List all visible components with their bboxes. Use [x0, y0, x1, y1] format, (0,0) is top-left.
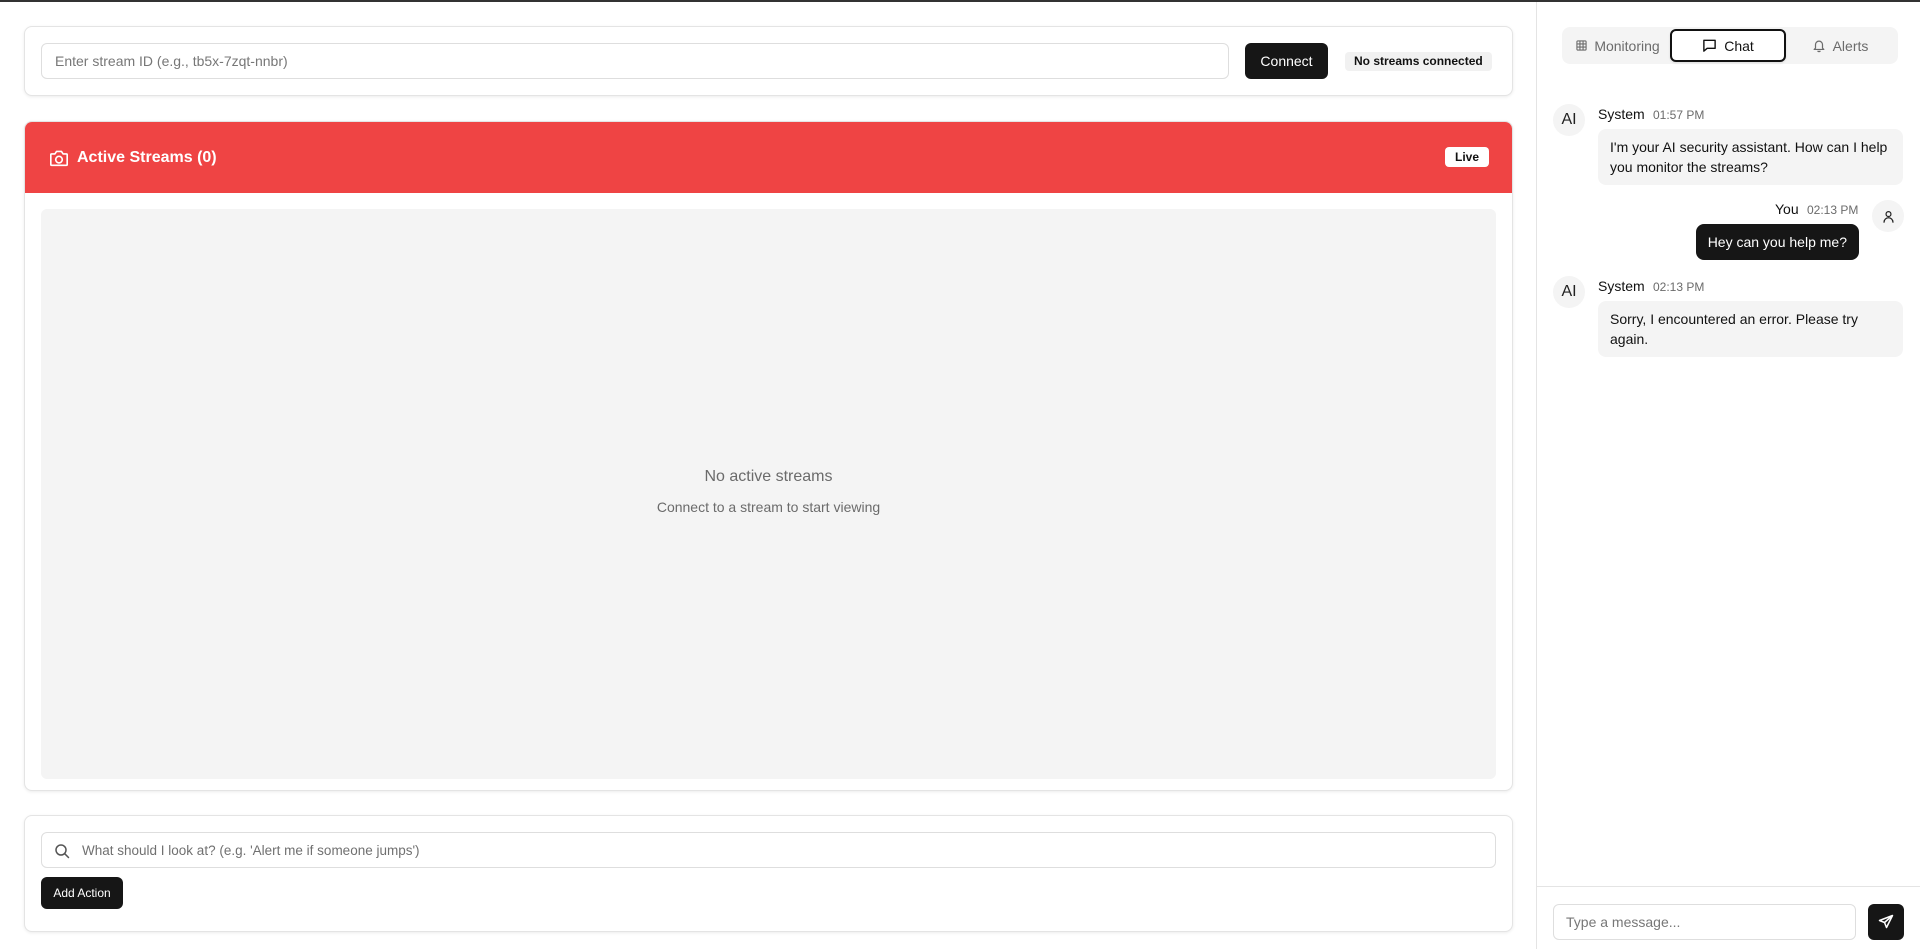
connect-card: Connect No streams connected: [24, 26, 1513, 96]
chat-sidebar: Monitoring Chat Alerts AI System 01:57 P…: [1536, 2, 1920, 949]
message-bubble: I'm your AI security assistant. How can …: [1598, 129, 1903, 185]
empty-state-subtitle: Connect to a stream to start viewing: [656, 499, 881, 515]
tab-monitoring[interactable]: Monitoring: [1566, 29, 1670, 62]
camera-icon: [49, 150, 68, 167]
action-card: Add Action: [24, 815, 1513, 932]
message-input[interactable]: [1553, 904, 1856, 940]
bell-icon: [1813, 40, 1825, 53]
grid-icon: [1576, 40, 1587, 51]
main-panel: Connect No streams connected Active Stre…: [0, 2, 1536, 949]
message-bubble: Hey can you help me?: [1695, 224, 1859, 260]
message-bubble: Sorry, I encountered an error. Please tr…: [1598, 301, 1903, 357]
connect-button[interactable]: Connect: [1245, 43, 1328, 79]
user-avatar: [1872, 200, 1904, 232]
tab-chat-label: Chat: [1724, 37, 1754, 54]
tab-alerts-label: Alerts: [1832, 37, 1869, 54]
message-time: 02:13 PM: [1807, 203, 1859, 217]
send-button[interactable]: [1868, 904, 1904, 940]
ai-avatar: AI: [1553, 104, 1585, 136]
message-sender: You: [1775, 201, 1799, 217]
add-action-button[interactable]: Add Action: [41, 877, 123, 909]
ai-avatar: AI: [1553, 276, 1585, 308]
empty-state-title: No active streams: [704, 468, 833, 485]
message-sender: System: [1598, 278, 1645, 294]
user-icon: [1882, 210, 1894, 223]
tab-chat[interactable]: Chat: [1670, 29, 1786, 62]
stream-id-input[interactable]: [41, 43, 1229, 79]
chat-composer: [1537, 886, 1920, 949]
connection-status-badge: No streams connected: [1345, 52, 1492, 71]
action-prompt-input[interactable]: [82, 833, 1482, 867]
message-square-icon: [1703, 39, 1717, 52]
active-streams-header: Active Streams (0) Live: [25, 122, 1512, 193]
tab-alerts[interactable]: Alerts: [1786, 29, 1894, 62]
search-icon: [55, 844, 70, 859]
streams-empty-state: No active streams Connect to a stream to…: [41, 209, 1496, 779]
message-time: 02:13 PM: [1653, 280, 1705, 294]
message-time: 01:57 PM: [1653, 108, 1705, 122]
live-badge: Live: [1444, 147, 1489, 167]
message-sender: System: [1598, 106, 1645, 122]
action-field: [41, 832, 1496, 868]
active-streams-card: Active Streams (0) Live No active stream…: [24, 121, 1513, 791]
active-streams-title: Active Streams (0): [77, 149, 217, 166]
sidebar-tabs: Monitoring Chat Alerts: [1562, 27, 1898, 64]
send-icon: [1878, 914, 1894, 929]
tab-monitoring-label: Monitoring: [1594, 37, 1660, 54]
